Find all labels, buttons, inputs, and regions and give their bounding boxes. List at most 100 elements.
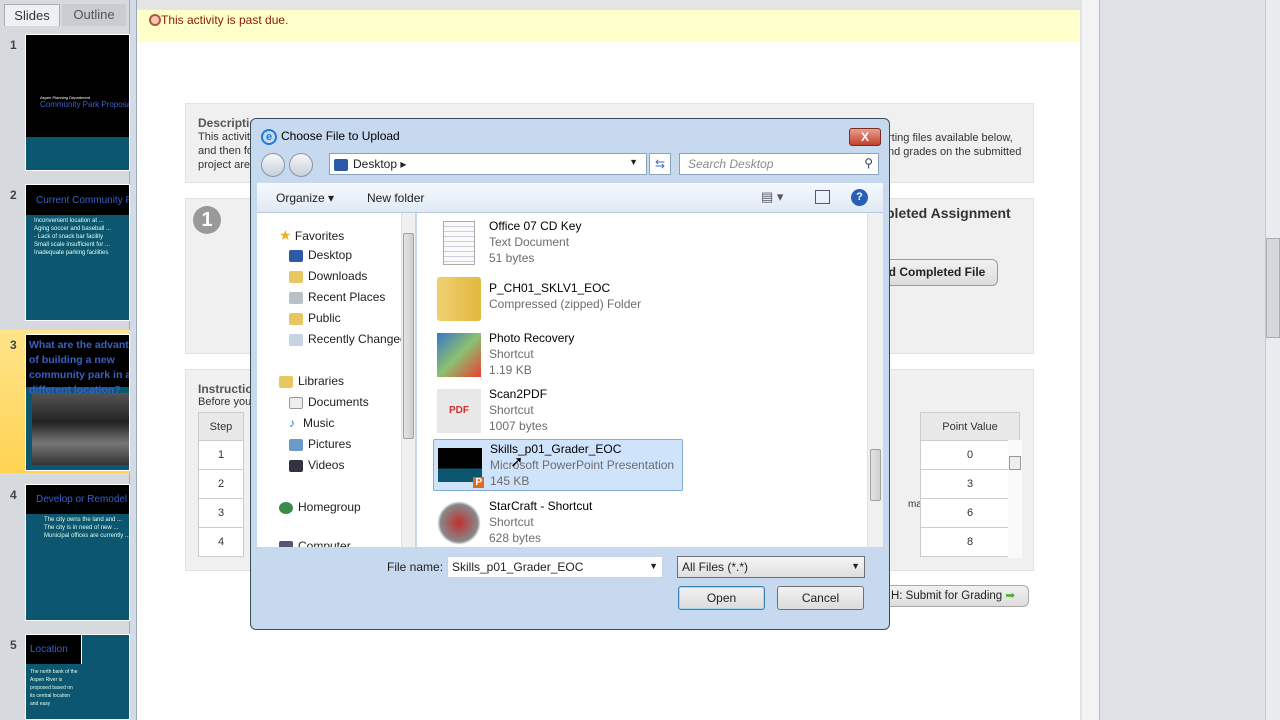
vertical-scrollbar[interactable] [1265, 0, 1280, 720]
table-row: 3 [198, 498, 244, 528]
nav-public[interactable]: Public [289, 311, 341, 325]
step-cell: 4 [198, 527, 244, 557]
upload-completed-file-button[interactable]: d Completed File [876, 259, 998, 286]
nav-recently-changed[interactable]: Recently Changed [289, 332, 401, 346]
nav-recent-places[interactable]: Recent Places [289, 290, 385, 304]
new-folder-button[interactable]: New folder [367, 191, 424, 205]
nav-videos[interactable]: Videos [289, 458, 344, 472]
text-label: Homegroup [298, 500, 361, 514]
nav-libraries[interactable]: Libraries [279, 374, 344, 388]
organize-button[interactable]: Organize ▾ [276, 191, 334, 205]
nav-desktop[interactable]: Desktop [289, 248, 352, 262]
chevron-down-icon[interactable]: ▼ [629, 157, 638, 167]
slide-title: Community Park Proposal [40, 100, 130, 109]
refresh-icon[interactable]: ⇆ [649, 153, 671, 175]
help-icon[interactable]: ? [851, 189, 868, 206]
nav-homegroup[interactable]: Homegroup [279, 500, 361, 514]
dialog-title: Choose File to Upload [281, 129, 400, 143]
text-label: Documents [308, 395, 369, 409]
right-pane [1080, 0, 1280, 720]
nav-pictures[interactable]: Pictures [289, 437, 351, 451]
slide-thumbnail-1[interactable]: Aspen Planning Department Community Park … [25, 34, 130, 171]
text-label: Computer [298, 539, 351, 547]
file-item[interactable]: PDF Scan2PDF Shortcut 1007 bytes [433, 385, 683, 437]
scroll-thumb[interactable] [1266, 238, 1280, 338]
splitter[interactable] [130, 0, 137, 720]
text-label: Desktop [308, 248, 353, 262]
text-label: Downloads [308, 269, 368, 283]
file-name-input[interactable]: Skills_p01_Grader_EOC ▼ [447, 556, 663, 578]
file-item[interactable]: Office 07 CD Key Text Document 51 bytes [433, 217, 683, 269]
text-label: Skills_p01_Grader_EOC [452, 560, 584, 574]
file-item[interactable]: P_CH01_SKLV1_EOC Compressed (zipped) Fold… [433, 273, 683, 325]
scroll-thumb[interactable] [403, 233, 414, 439]
table-scrollbar[interactable] [1008, 440, 1022, 558]
slide-thumbnail-5[interactable]: Location The north bank of the Aspen Riv… [25, 634, 130, 720]
table-row: 1 [198, 440, 244, 470]
open-button[interactable]: Open [678, 586, 765, 610]
nav-favorites[interactable]: ★ Favorites [279, 227, 344, 244]
slide-bullet: Inconvenient location at ... [34, 218, 104, 224]
search-input[interactable]: Search Desktop ⚲ [679, 153, 879, 175]
points-cell: 8 [920, 527, 1020, 557]
preview-pane-icon[interactable] [815, 190, 830, 204]
address-bar[interactable]: Desktop ▸ ▼ [329, 153, 647, 175]
chevron-down-icon[interactable]: ▼ [649, 561, 658, 571]
chevron-down-icon[interactable]: ▼ [851, 561, 860, 571]
ie-logo-icon: e [261, 129, 277, 145]
description-line: nd grades on the submitted [888, 146, 1022, 158]
text-label: P_CH01_SKLV1_EOC [489, 281, 611, 295]
recently-changed-icon [289, 333, 303, 346]
view-options-icon[interactable]: ▤ ▾ [761, 189, 783, 205]
downloads-folder-icon [289, 270, 303, 283]
alarm-clock-icon [149, 14, 161, 26]
file-item[interactable]: StarCraft - Shortcut Shortcut 628 bytes [433, 497, 683, 549]
breadcrumb-arrow-icon: ▸ [400, 157, 407, 171]
nav-music[interactable]: ♪ Music [289, 416, 334, 430]
past-due-text: This activity is past due. [161, 13, 289, 27]
submit-for-grading-button[interactable]: H: Submit for Grading ➡ [877, 585, 1029, 607]
close-button[interactable]: X [849, 128, 881, 146]
text-label: 1.19 KB [489, 363, 532, 377]
step-cell: 1 [198, 440, 244, 470]
cancel-button[interactable]: Cancel [777, 586, 864, 610]
page-scrollbar[interactable] [1082, 0, 1100, 720]
tab-slides[interactable]: Slides [4, 4, 60, 26]
points-table: Point Value 0 3 6 8 [920, 412, 1020, 557]
command-bar: Organize ▾ New folder ▤ ▾ ? [257, 183, 883, 213]
text-label: 145 KB [490, 474, 530, 488]
file-item-selected[interactable]: P Skills_p01_Grader_EOC Microsoft PowerPo… [433, 439, 683, 491]
choose-file-dialog: e Choose File to Upload X Desktop ▸ ▼ ⇆ … [250, 118, 890, 630]
column-header-step: Step [198, 412, 244, 441]
nav-documents[interactable]: Documents [289, 395, 369, 409]
submit-label: H: Submit for Grading [890, 590, 1003, 602]
slide-thumbnail-2[interactable]: Current Community Park Inconvenient loca… [25, 184, 130, 321]
address-text: Desktop [353, 157, 398, 171]
file-type-select[interactable]: All Files (*.*) ▼ [677, 556, 865, 578]
text-label: 1007 bytes [489, 419, 548, 433]
libraries-icon [279, 375, 293, 388]
slide-bullet: Inadequate parking facilities [34, 250, 109, 256]
slide-thumbnail-4[interactable]: Develop or Remodel The city owns the lan… [25, 484, 130, 621]
text-label: 628 bytes [489, 531, 542, 545]
text-label: Office 07 CD Key [489, 219, 582, 233]
file-list-scrollbar[interactable] [867, 213, 883, 547]
slide-number: 5 [10, 638, 17, 652]
search-placeholder: Search Desktop [688, 157, 774, 171]
search-icon: ⚲ [864, 156, 873, 170]
scroll-thumb[interactable] [1009, 456, 1021, 470]
nav-downloads[interactable]: Downloads [289, 269, 367, 283]
nav-computer[interactable]: Computer [279, 539, 351, 547]
file-item[interactable]: Photo Recovery Shortcut 1.19 KB [433, 329, 683, 381]
slide-thumbnail-3[interactable]: What are the advantages of building a ne… [25, 334, 130, 471]
starcraft-shortcut-icon [437, 501, 481, 545]
forward-button[interactable] [289, 153, 313, 177]
slide-bullet: Municipal offices are currently ... [44, 533, 130, 539]
nav-scrollbar[interactable] [401, 213, 415, 547]
park-photo [32, 393, 129, 465]
scroll-thumb[interactable] [870, 449, 881, 501]
back-button[interactable] [261, 153, 285, 177]
tab-outline[interactable]: Outline [62, 4, 126, 26]
text-label: Recently Changed [308, 332, 401, 346]
slide-number: 4 [10, 488, 17, 502]
